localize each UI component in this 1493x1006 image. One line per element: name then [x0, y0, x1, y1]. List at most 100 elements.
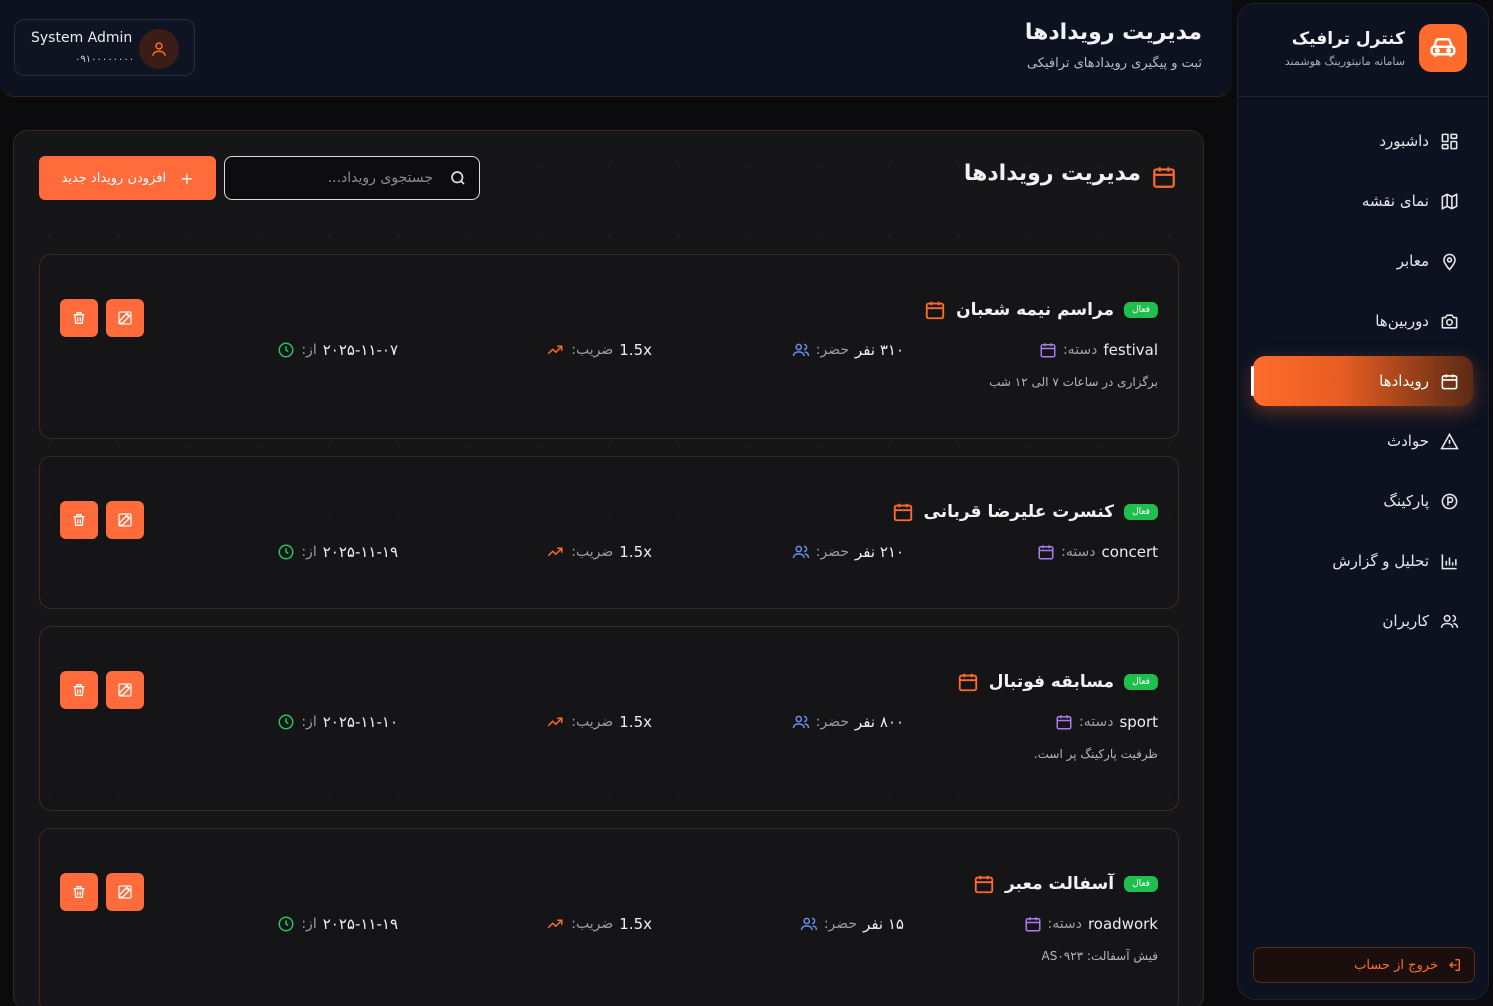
- calendar-icon: [974, 875, 994, 894]
- sidebar-item-roads[interactable]: معابر: [1253, 236, 1473, 286]
- brand-title: کنترل ترافیک: [1291, 29, 1405, 49]
- edit-button[interactable]: [106, 501, 144, 539]
- attendance-value: ۲۱۰ نفر: [855, 543, 904, 561]
- edit-icon: [118, 885, 132, 899]
- sidebar-item-label: داشبورد: [1379, 132, 1429, 150]
- logout-label: خروج از حساب: [1354, 957, 1438, 973]
- from-label: از:: [301, 342, 317, 358]
- delete-button[interactable]: [60, 299, 98, 337]
- users-icon: [792, 545, 810, 559]
- event-description: فیش آسفالت: AS۰۹۲۳: [1041, 949, 1159, 963]
- logout-button[interactable]: خروج از حساب: [1253, 947, 1475, 983]
- attendance-value: ۸۰۰ نفر: [855, 713, 904, 731]
- category-label: دسته:: [1047, 916, 1082, 932]
- event-attendance: حضر: ۳۱۰ نفر: [792, 339, 904, 361]
- from-value: ۲۰۲۵-۱۱-۱۰: [322, 713, 398, 731]
- users-icon: [792, 715, 810, 729]
- trash-icon: [73, 312, 85, 324]
- from-label: از:: [301, 714, 317, 730]
- attendance-value: ۳۱۰ نفر: [855, 341, 904, 359]
- edit-icon: [118, 683, 132, 697]
- dashboard-icon: [1439, 131, 1459, 151]
- event-title: آسفالت معبر: [1004, 874, 1115, 894]
- logout-icon: [1449, 959, 1460, 971]
- event-start-date: از: ۲۰۲۵-۱۱-۱۹: [277, 541, 398, 563]
- delete-button[interactable]: [60, 501, 98, 539]
- delete-button[interactable]: [60, 671, 98, 709]
- bar-chart-icon: [1439, 551, 1459, 571]
- add-event-label: افزودن رویداد جدید: [61, 170, 167, 186]
- attendance-label: حضر:: [815, 714, 850, 730]
- delete-button[interactable]: [60, 873, 98, 911]
- camera-icon: [1439, 311, 1459, 331]
- top-header: مدیریت رویدادها ثبت و پیگیری رویدادهای ت…: [0, 0, 1232, 97]
- calendar-icon: [1025, 917, 1041, 932]
- trending-up-icon: [548, 717, 563, 727]
- sidebar-item-label: رویدادها: [1379, 372, 1429, 390]
- events-panel: مدیریت رویدادها + افزودن رویداد جدید مرا…: [13, 130, 1204, 1006]
- edit-button[interactable]: [106, 299, 144, 337]
- sidebar-item-cameras[interactable]: دوربین‌ها: [1253, 296, 1473, 346]
- calendar-icon: [925, 301, 945, 320]
- edit-icon: [118, 311, 132, 325]
- multiplier-label: ضریب:: [571, 544, 614, 560]
- sidebar-item-label: کاربران: [1382, 612, 1429, 630]
- event-category: دسته: roadwork: [1024, 913, 1158, 935]
- multiplier-value: 1.5x: [619, 543, 652, 561]
- from-label: از:: [301, 544, 317, 560]
- sidebar-item-dashboard[interactable]: داشبورد: [1253, 116, 1473, 166]
- users-icon: [800, 917, 818, 931]
- warning-icon: [1439, 431, 1459, 451]
- search-input[interactable]: [233, 163, 433, 193]
- sidebar-item-label: تحلیل و گزارش: [1332, 552, 1429, 570]
- sidebar-item-parking[interactable]: پارکینگ: [1253, 476, 1473, 526]
- event-multiplier: ضریب: 1.5x: [545, 711, 652, 733]
- event-title-row: آسفالت معبر فعال: [973, 873, 1158, 895]
- app-root: مدیریت رویدادها ثبت و پیگیری رویدادهای ت…: [0, 0, 1493, 1006]
- users-icon: [1439, 611, 1459, 631]
- user-name: System Admin: [31, 30, 133, 46]
- event-title: کنسرت علیرضا قربانی: [923, 502, 1115, 522]
- page-title: مدیریت رویدادها: [1024, 20, 1202, 45]
- clock-icon: [278, 916, 294, 932]
- trending-up-icon: [548, 345, 563, 355]
- location-pin-icon: [1439, 251, 1459, 271]
- calendar-icon: [1040, 343, 1056, 358]
- sidebar-item-label: حوادث: [1387, 432, 1429, 450]
- add-event-button[interactable]: + افزودن رویداد جدید: [39, 156, 216, 200]
- sidebar-item-users[interactable]: کاربران: [1253, 596, 1473, 646]
- edit-button[interactable]: [106, 671, 144, 709]
- trending-up-icon: [548, 547, 563, 557]
- sidebar-item-map[interactable]: نمای نقشه: [1253, 176, 1473, 226]
- event-card: مراسم نیمه شعبان فعال دسته: festival حضر…: [39, 254, 1179, 439]
- search-icon: [451, 171, 465, 185]
- users-icon: [792, 343, 810, 357]
- from-value: ۲۰۲۵-۱۱-۰۷: [322, 341, 398, 359]
- sidebar-item-label: دوربین‌ها: [1375, 312, 1429, 330]
- sidebar-item-analytics[interactable]: تحلیل و گزارش: [1253, 536, 1473, 586]
- status-badge: فعال: [1124, 674, 1158, 690]
- avatar[interactable]: [139, 29, 179, 69]
- attendance-label: حضر:: [815, 342, 850, 358]
- event-start-date: از: ۲۰۲۵-۱۱-۱۰: [277, 711, 398, 733]
- attendance-label: حضر:: [823, 916, 858, 932]
- event-title-row: مسابقه فوتبال فعال: [957, 671, 1158, 693]
- sidebar-item-events[interactable]: رویدادها: [1251, 356, 1473, 406]
- search-box[interactable]: [224, 156, 480, 200]
- page-subtitle: ثبت و پیگیری رویدادهای ترافیکی: [1026, 56, 1202, 71]
- status-badge: فعال: [1124, 504, 1158, 520]
- event-description: برگزاری در ساعات ۷ الی ۱۲ شب: [989, 375, 1158, 389]
- sidebar-item-incidents[interactable]: حوادث: [1253, 416, 1473, 466]
- event-attendance: حضر: ۸۰۰ نفر: [792, 711, 904, 733]
- status-badge: فعال: [1124, 876, 1158, 892]
- event-attendance: حضر: ۲۱۰ نفر: [792, 541, 904, 563]
- from-value: ۲۰۲۵-۱۱-۱۹: [322, 543, 398, 561]
- event-start-date: از: ۲۰۲۵-۱۱-۱۹: [277, 913, 398, 935]
- trash-icon: [73, 886, 85, 898]
- edit-button[interactable]: [106, 873, 144, 911]
- attendance-value: ۱۵ نفر: [863, 915, 904, 933]
- multiplier-label: ضریب:: [571, 342, 614, 358]
- category-value: roadwork: [1087, 915, 1158, 933]
- panel-title: مدیریت رویدادها: [963, 161, 1141, 186]
- user-profile-box[interactable]: System Admin ۰۹۱۰۰۰۰۰۰۰۰: [14, 19, 195, 76]
